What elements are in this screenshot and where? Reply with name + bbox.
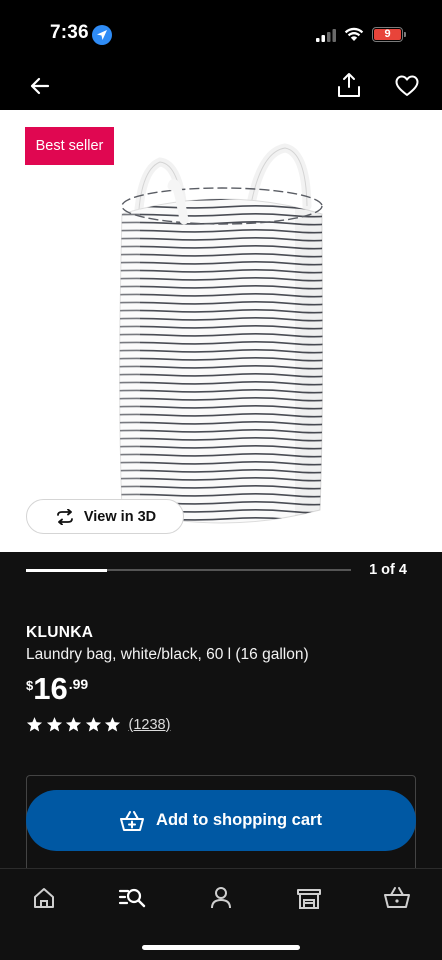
laundry-bag-image [119,143,323,524]
rotate-3d-icon [56,508,73,525]
status-time: 7:36 [50,22,89,43]
price-currency: $ [26,678,34,693]
star-icon [65,717,82,732]
review-count-link[interactable]: (1238) [129,717,171,733]
product-image-carousel[interactable]: Best seller View in 3D [0,110,442,552]
cart-plus-icon [120,810,145,831]
add-to-cart-button[interactable]: Add to shopping cart [26,790,416,851]
product-name: KLUNKA [26,624,94,641]
cart-icon[interactable] [382,883,412,913]
top-nav [0,60,442,110]
image-pager-progress [26,568,108,572]
price-whole: 16 [33,671,68,706]
share-icon[interactable] [337,72,361,98]
add-to-cart-label: Add to shopping cart [156,811,322,829]
status-bar: 7:36 9 [0,0,442,60]
star-icon [85,717,101,732]
home-icon[interactable] [29,883,59,913]
back-arrow-icon[interactable] [28,74,52,98]
product-description: Laundry bag, white/black, 60 l (16 gallo… [26,646,309,663]
wifi-icon [344,27,364,41]
view-in-3d-button[interactable]: View in 3D [26,499,184,534]
star-icon [26,717,43,732]
store-icon[interactable] [294,883,324,913]
best-seller-badge: Best seller [25,127,114,165]
view-in-3d-label: View in 3D [83,508,157,525]
account-icon[interactable] [206,883,236,913]
location-arrow-icon [92,25,112,45]
home-indicator [142,945,300,950]
product-price: $ 16 .99 [26,672,88,706]
image-pager-label: 1 of 4 [369,562,407,578]
star-icon [104,717,121,732]
product-rating[interactable]: (1238) [26,716,170,733]
star-icon [46,717,62,732]
battery-icon: 9 [372,27,403,42]
battery-cap [404,32,406,37]
battery-level: 9 [374,29,401,40]
image-pager-track [26,568,351,572]
search-icon[interactable] [117,883,147,913]
signal-icon [316,29,336,42]
price-cents: .99 [68,676,89,692]
heart-icon[interactable] [395,74,419,98]
